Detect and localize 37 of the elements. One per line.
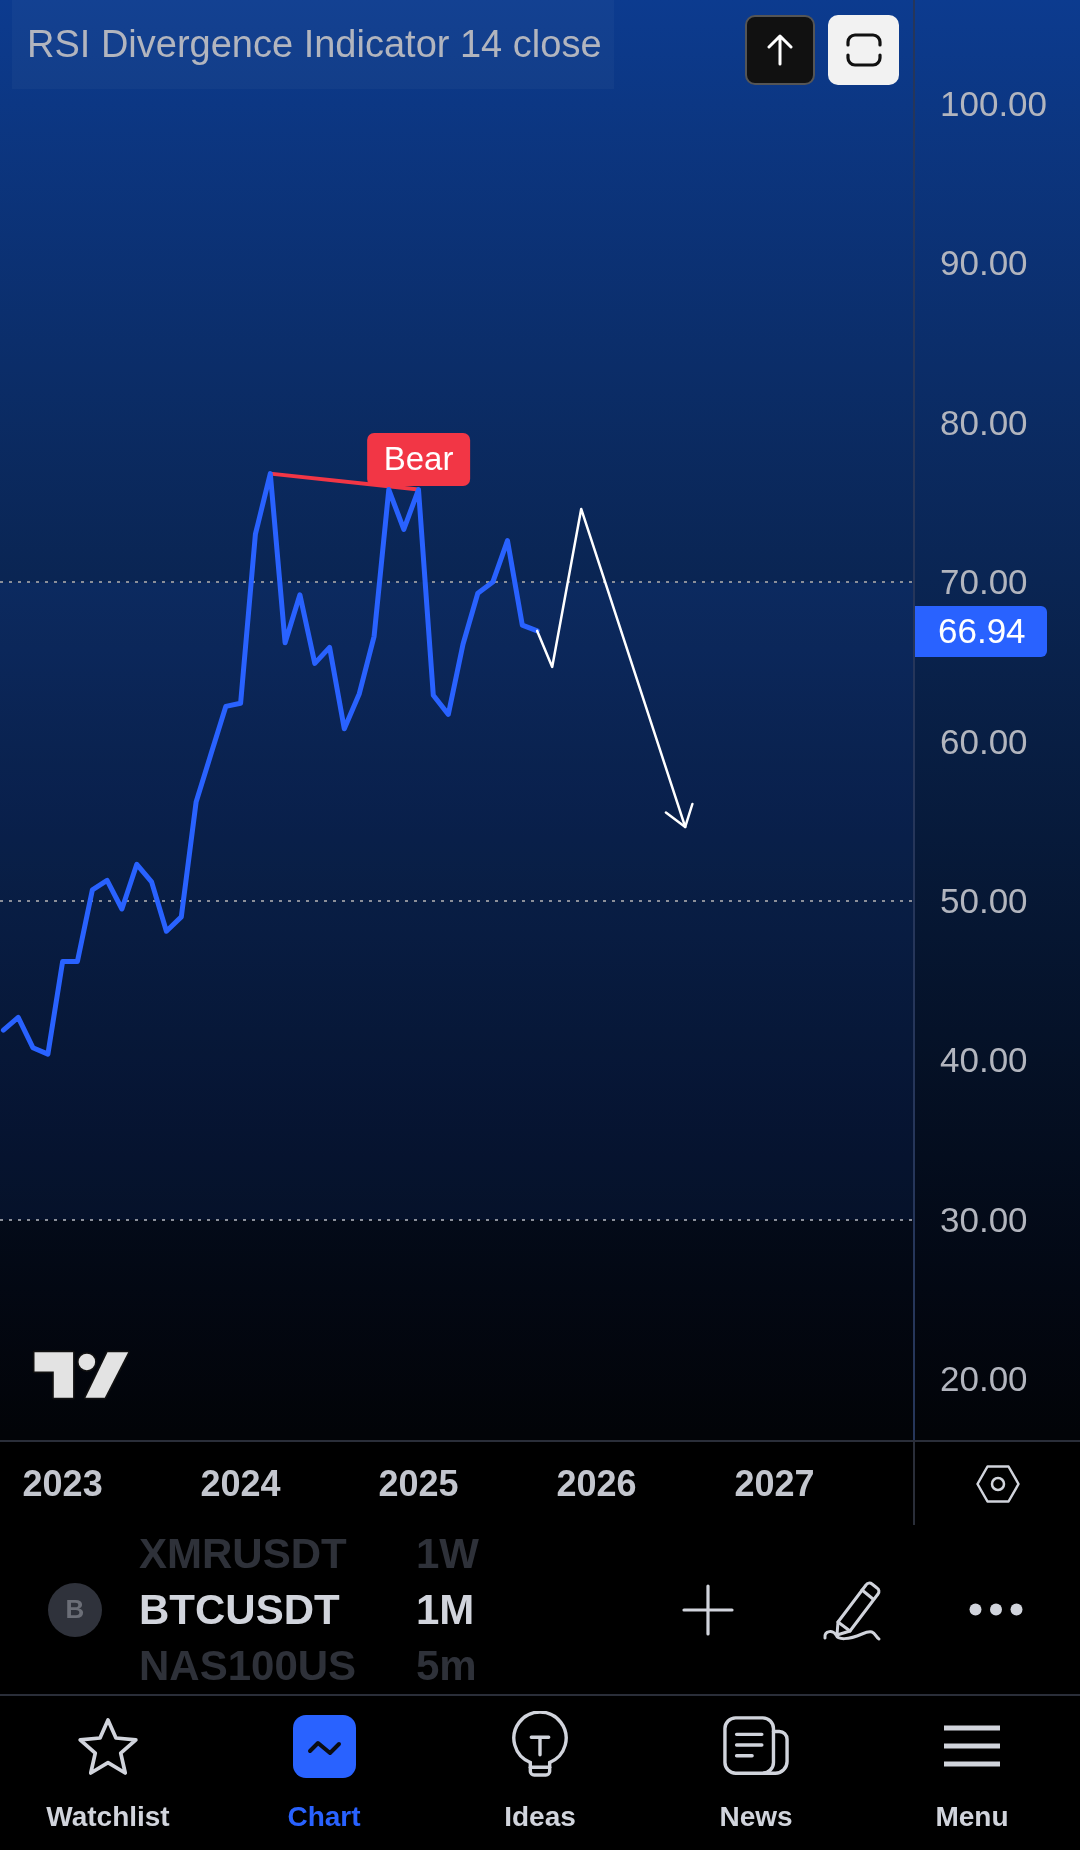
price-axis-label: 100.00 (940, 83, 1048, 124)
more-dots-icon (969, 1603, 1023, 1616)
price-axis-label: 30.00 (940, 1199, 1028, 1240)
interval-label[interactable]: 1M (416, 1585, 475, 1634)
time-axis-label: 2024 (200, 1463, 281, 1504)
frame-icon (845, 33, 882, 67)
price-axis-label: 40.00 (940, 1040, 1028, 1081)
indicator-legend: RSI Divergence Indicator 14 close (12, 0, 614, 89)
price-axis-label: 50.00 (940, 881, 1028, 921)
time-axis-label: 2025 (378, 1463, 459, 1504)
price-axis-label: 80.00 (940, 402, 1028, 443)
newspaper-icon (723, 1715, 789, 1777)
star-icon (76, 1715, 140, 1777)
nav-tab[interactable]: Menu (864, 1696, 1080, 1850)
nav-tab[interactable]: Watchlist (0, 1696, 216, 1850)
nav-tab[interactable]: Ideas (432, 1696, 648, 1850)
price-axis-label: 60.00 (940, 721, 1028, 762)
last-value-tag: 66.94 (915, 605, 1047, 657)
nav-tab[interactable]: News (648, 1696, 864, 1850)
settings-icon (975, 1464, 1020, 1503)
divergence-label: Bear (366, 432, 471, 486)
settings-button[interactable] (975, 1464, 1020, 1503)
line-chart-icon (292, 1714, 356, 1778)
up-arrow-button[interactable] (745, 15, 815, 85)
price-axis-label: 90.00 (940, 243, 1028, 284)
arrow-up-icon (767, 34, 793, 66)
fullscreen-button[interactable] (828, 15, 899, 85)
symbol-name[interactable]: BTCUSDT (139, 1585, 340, 1633)
price-axis-label: 20.00 (940, 1359, 1028, 1400)
plus-icon (682, 1583, 734, 1636)
nav-tab[interactable]: Chart (216, 1696, 432, 1850)
time-axis-label: 2027 (734, 1463, 815, 1504)
price-axis-label: 70.00 (940, 562, 1028, 603)
time-axis-label: 2026 (556, 1463, 637, 1504)
time-axis-label: 2023 (22, 1463, 103, 1504)
symbol-logo: B (48, 1582, 102, 1637)
menu-icon (944, 1725, 1000, 1767)
